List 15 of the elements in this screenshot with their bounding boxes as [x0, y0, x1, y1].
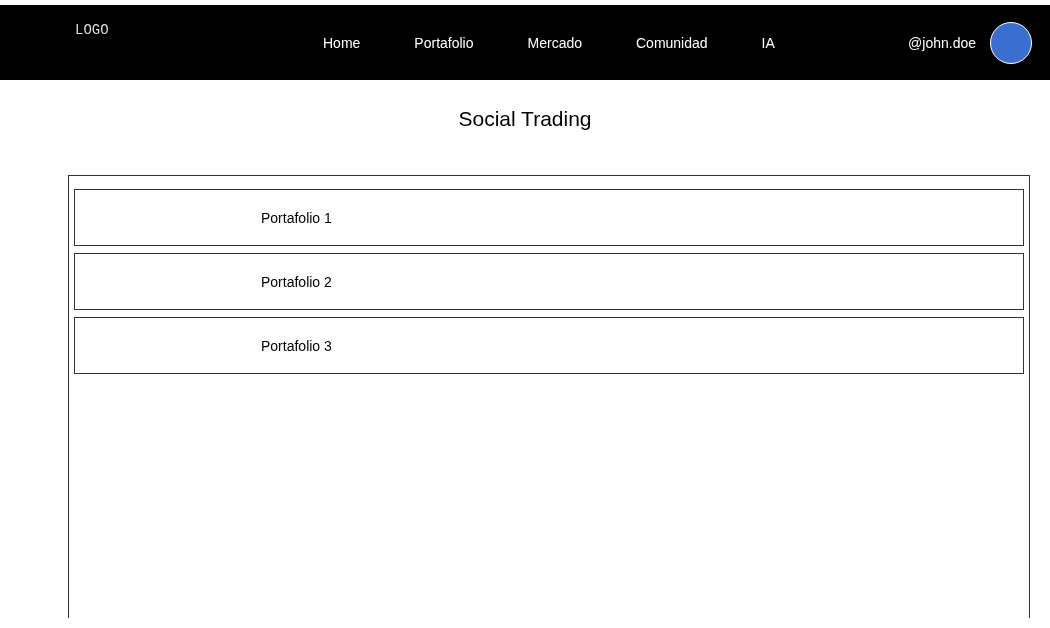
- username: @john.doe: [908, 34, 976, 51]
- portfolio-row[interactable]: Portafolio 3: [74, 317, 1024, 374]
- portfolio-name: Portafolio 3: [261, 337, 332, 354]
- portfolio-name: Portafolio 2: [261, 273, 332, 290]
- page-title: Social Trading: [457, 107, 593, 131]
- nav-link[interactable]: Comunidad: [636, 34, 708, 51]
- nav-link[interactable]: Home: [323, 34, 361, 51]
- nav-link[interactable]: Mercado: [527, 34, 582, 51]
- nav-link[interactable]: IA: [761, 34, 775, 51]
- portfolio-row[interactable]: Portafolio 1: [74, 189, 1024, 246]
- avatar[interactable]: [990, 21, 1032, 64]
- logo[interactable]: LOGO: [75, 21, 323, 38]
- nav-link[interactable]: Portafolio: [414, 34, 474, 51]
- portfolio-row[interactable]: Portafolio 2: [74, 253, 1024, 310]
- portfolio-name: Portafolio 1: [261, 209, 332, 226]
